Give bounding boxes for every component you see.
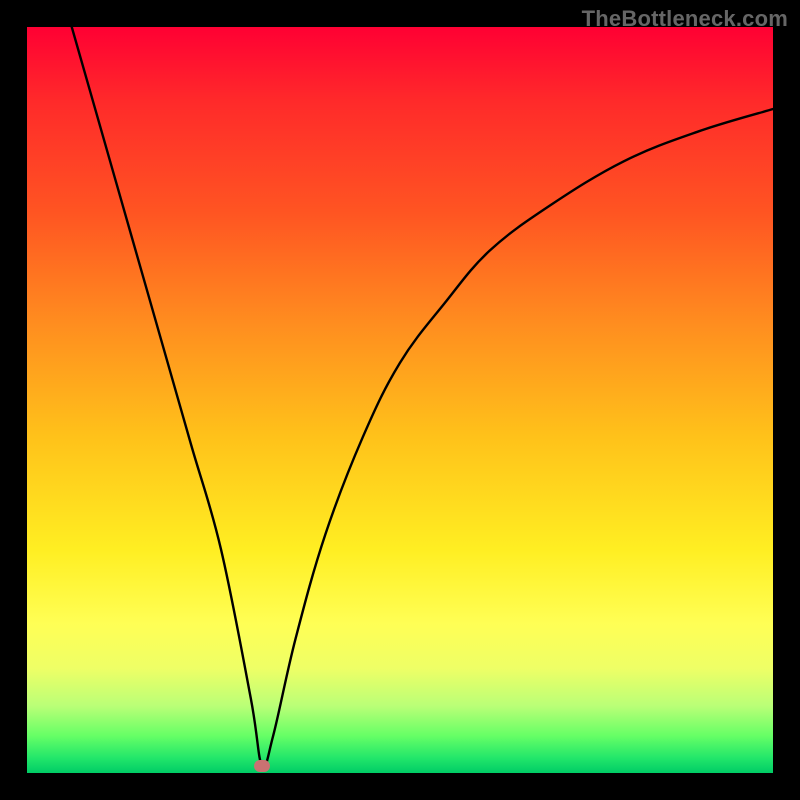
bottleneck-curve (27, 27, 773, 773)
watermark-text: TheBottleneck.com (582, 6, 788, 32)
chart-frame: TheBottleneck.com (0, 0, 800, 800)
plot-area (27, 27, 773, 773)
minimum-marker (254, 760, 270, 772)
